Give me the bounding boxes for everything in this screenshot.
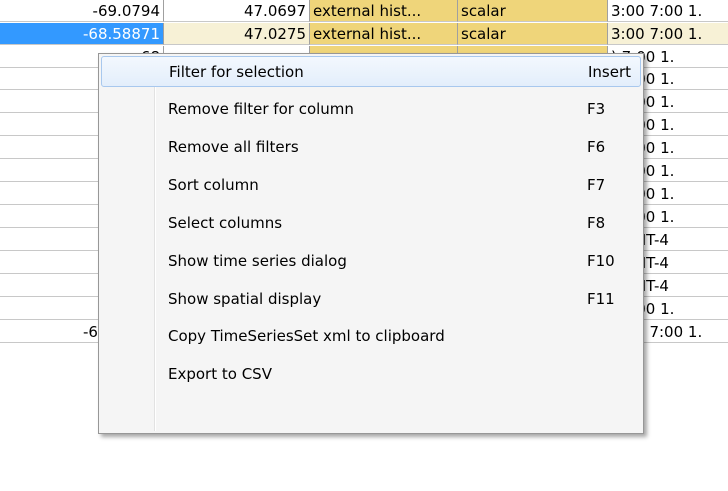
menu-item-label: Select columns	[168, 214, 283, 232]
menu-item-shortcut: F6	[587, 138, 606, 156]
table-cell-c5[interactable]: 3:00 7:00 1.	[608, 0, 728, 22]
menu-item-label: Export to CSV	[168, 365, 272, 383]
menu-item-shortcut: F11	[587, 290, 615, 308]
table-row[interactable]: -68.58871 47.0275 external hist... scalar 3:…	[0, 23, 728, 46]
menu-item-select-columns[interactable]: Select columns F8	[101, 208, 641, 239]
menu-item-label: Show time series dialog	[168, 252, 347, 270]
table-cell-c3[interactable]: external hist...	[310, 0, 458, 22]
table-cell-c4[interactable]: scalar	[458, 23, 608, 45]
menu-item-label: Filter for selection	[169, 63, 304, 81]
menu-item-shortcut: Insert	[588, 63, 632, 81]
table-cell-c1[interactable]: -68.58871	[0, 23, 164, 45]
menu-item-label: Remove filter for column	[168, 100, 354, 118]
menu-item-label: Remove all filters	[168, 138, 299, 156]
menu-item-copy-timeseriesset-xml[interactable]: Copy TimeSeriesSet xml to clipboard	[101, 321, 641, 352]
menu-item-export-to-csv[interactable]: Export to CSV	[101, 359, 641, 390]
table-cell-c1[interactable]: -69.0794	[0, 0, 164, 22]
table-row[interactable]: -69.0794 47.0697 external hist... scalar 3:0…	[0, 0, 728, 23]
menu-item-shortcut: F3	[587, 100, 606, 118]
menu-item-remove-all-filters[interactable]: Remove all filters F6	[101, 132, 641, 163]
table-cell-c2[interactable]: 47.0697	[164, 0, 310, 22]
menu-item-label: Show spatial display	[168, 290, 322, 308]
table-cell-c2[interactable]: 47.0275	[164, 23, 310, 45]
table-cell-c4[interactable]: scalar	[458, 0, 608, 22]
menu-item-shortcut: F8	[587, 214, 606, 232]
menu-item-shortcut: F7	[587, 176, 606, 194]
menu-item-filter-for-selection[interactable]: Filter for selection Insert	[101, 56, 641, 87]
menu-item-label: Copy TimeSeriesSet xml to clipboard	[168, 327, 445, 345]
menu-item-show-spatial-display[interactable]: Show spatial display F11	[101, 284, 641, 315]
table-cell-c3[interactable]: external hist...	[310, 23, 458, 45]
menu-item-show-time-series-dialog[interactable]: Show time series dialog F10	[101, 246, 641, 277]
table-cell-c5[interactable]: 3:00 7:00 1.	[608, 23, 728, 45]
context-menu: Filter for selection Insert Remove filter …	[98, 53, 644, 434]
menu-item-shortcut: F10	[587, 252, 615, 270]
menu-item-label: Sort column	[168, 176, 259, 194]
menu-item-remove-filter-for-column[interactable]: Remove filter for column F3	[101, 94, 641, 125]
menu-item-sort-column[interactable]: Sort column F7	[101, 170, 641, 201]
